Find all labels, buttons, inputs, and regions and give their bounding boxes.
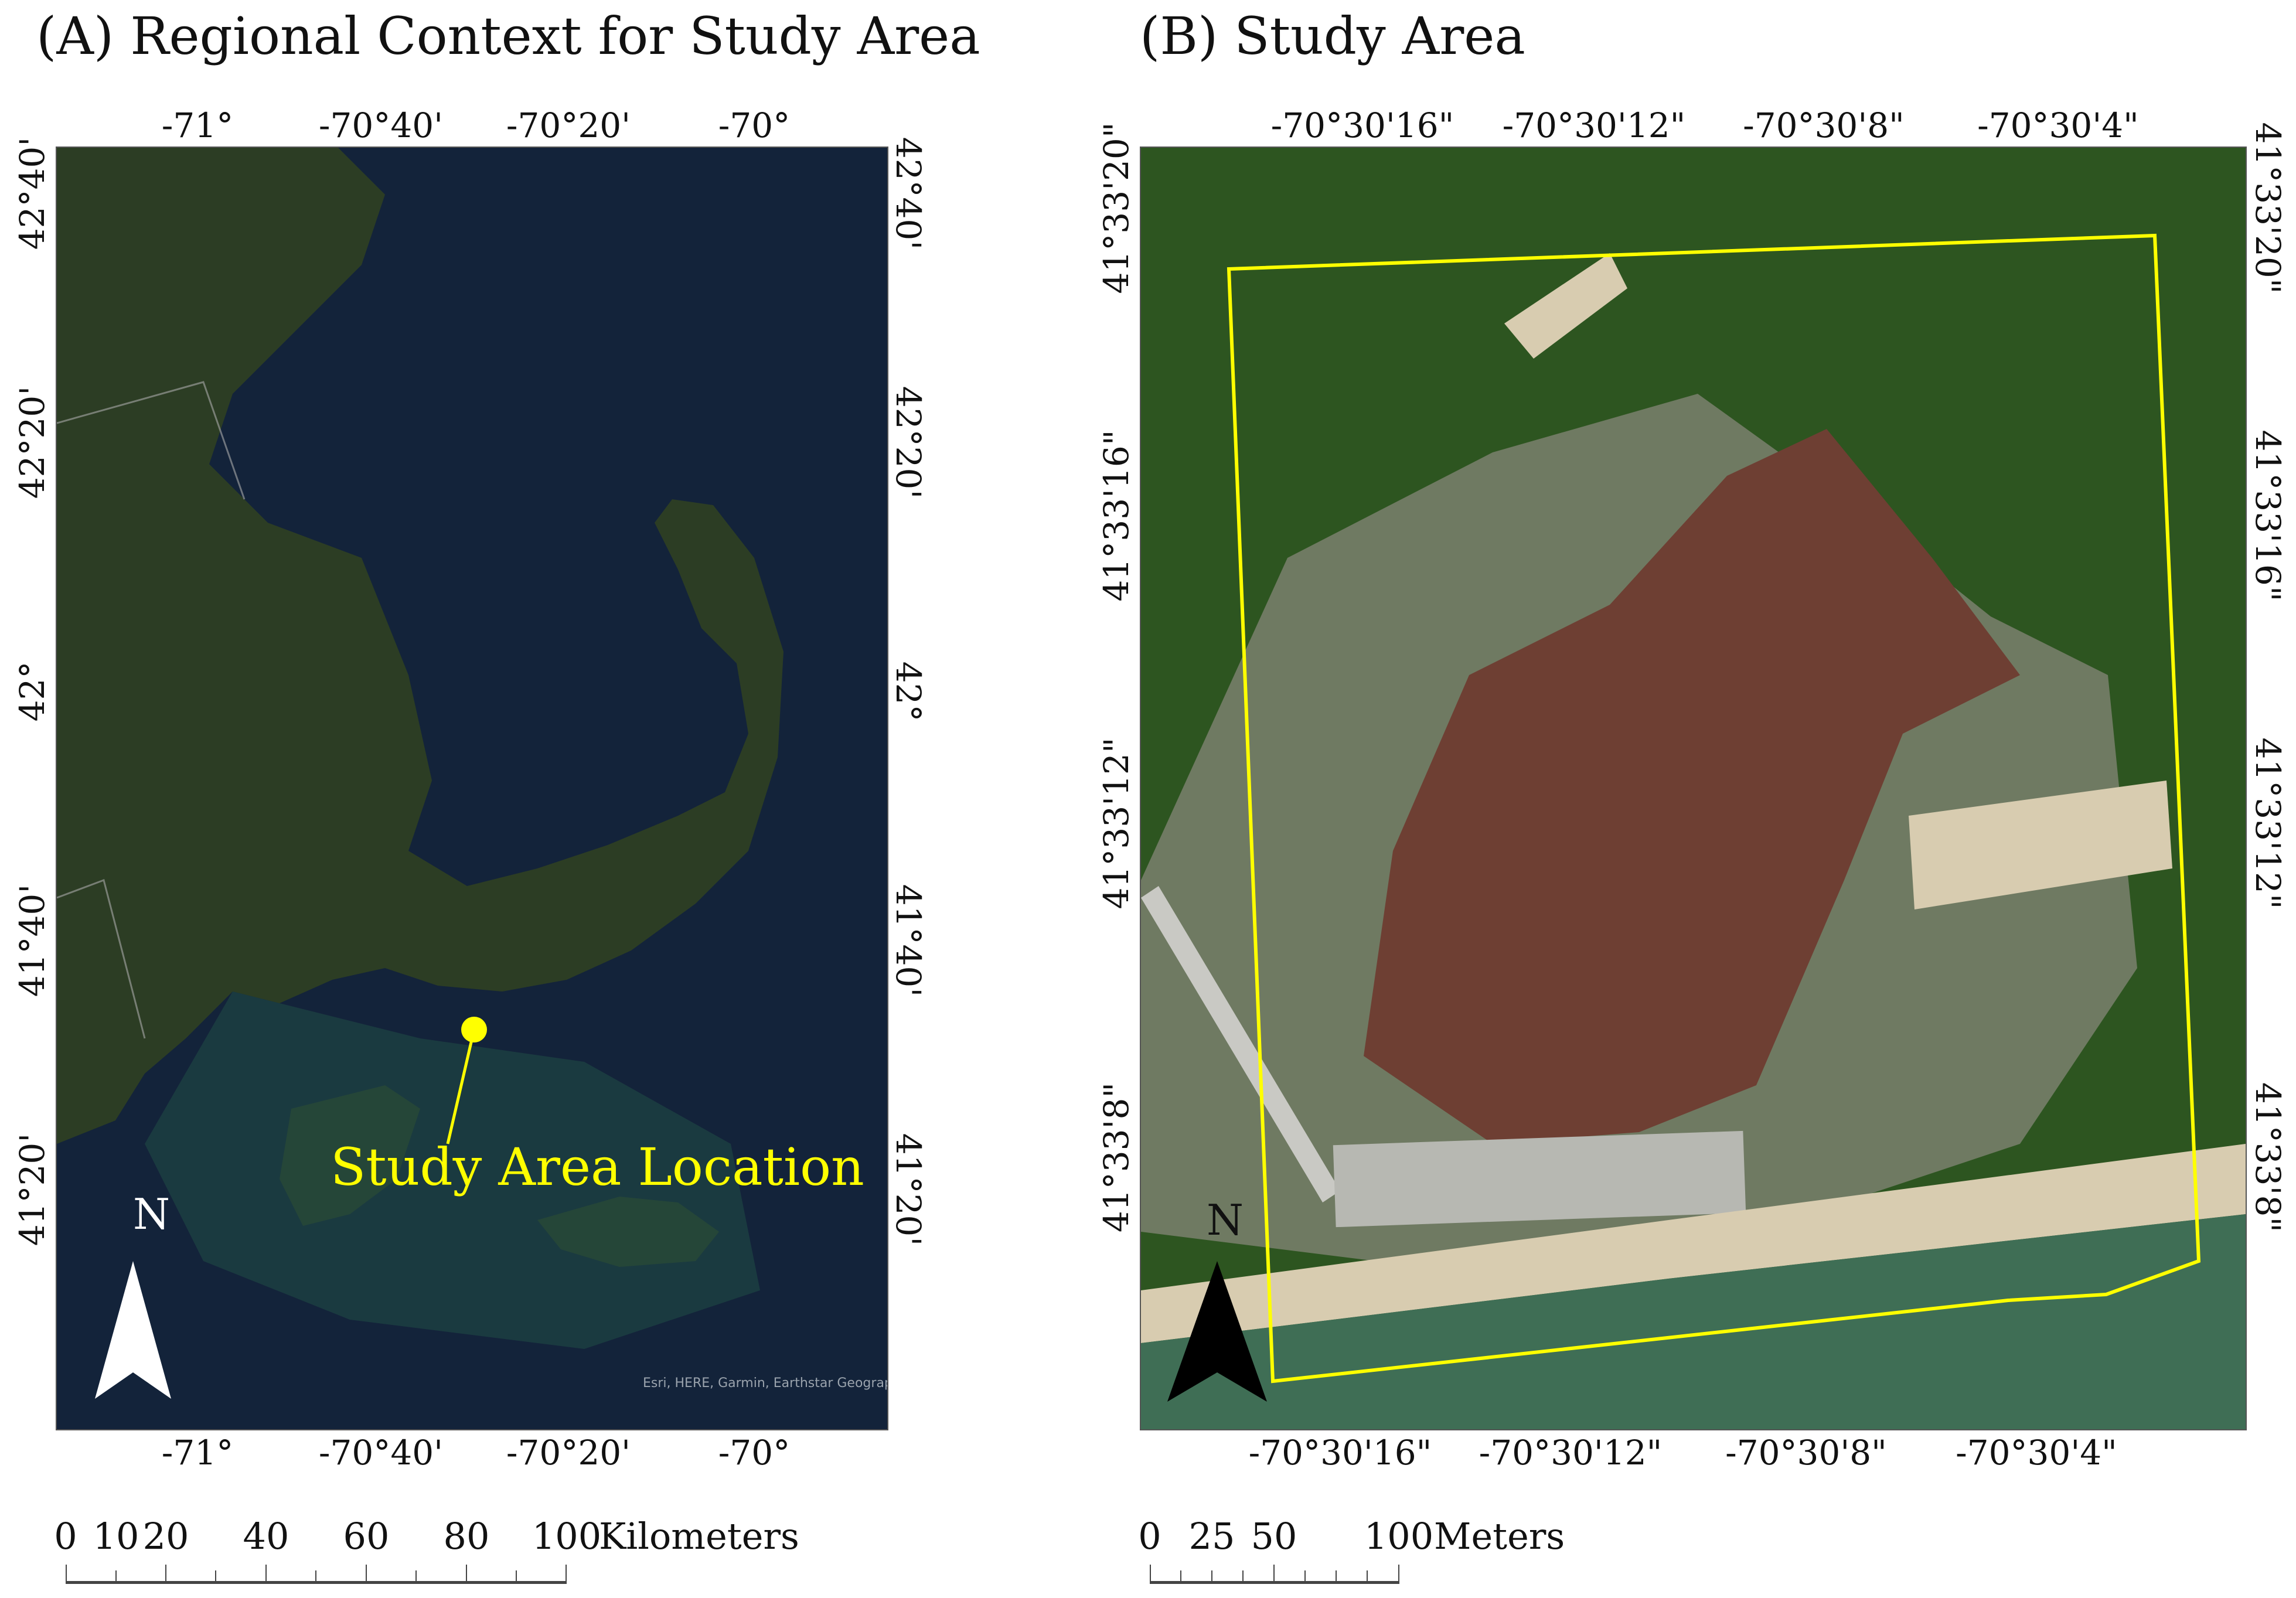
scale-label: 0 bbox=[54, 1515, 77, 1558]
panel-a-top-tick: -70° bbox=[718, 105, 791, 145]
panel-b-left-tick: 41°33'16" bbox=[1096, 430, 1136, 602]
north-label: N bbox=[133, 1190, 170, 1239]
panel-b-right-tick: 41°33'8" bbox=[2248, 1082, 2288, 1233]
scale-unit: Meters bbox=[1434, 1515, 1565, 1558]
study-area-point bbox=[461, 1017, 487, 1042]
mainland-land bbox=[57, 148, 783, 1144]
panel-a-right-tick: 42°20' bbox=[888, 386, 928, 499]
study-area-map[interactable]: N bbox=[1140, 146, 2247, 1430]
panel-a-right-tick: 42° bbox=[888, 661, 928, 722]
panel-a-left-tick: 42°20' bbox=[12, 386, 52, 499]
panel-a-bottom-tick: -70°40' bbox=[318, 1433, 444, 1473]
panel-b-top-tick: -70°30'12" bbox=[1502, 105, 1686, 145]
study-area-map-canvas: N bbox=[1141, 148, 2246, 1429]
panel-b-left-tick: 41°33'8" bbox=[1096, 1082, 1136, 1233]
panel-b-left-tick: 41°33'20" bbox=[1096, 122, 1136, 294]
regional-map[interactable]: Study Area Location Esri, HERE, Garmin, … bbox=[56, 146, 888, 1430]
panel-b-bottom-tick: -70°30'8" bbox=[1725, 1433, 1887, 1473]
panel-a-left-tick: 42° bbox=[12, 661, 52, 722]
panel-b-right-tick: 41°33'16" bbox=[2248, 430, 2288, 602]
north-label: N bbox=[1207, 1195, 1244, 1245]
panel-a-left-tick: 41°20' bbox=[12, 1133, 52, 1246]
panel-a-left-tick: 42°40' bbox=[12, 137, 52, 250]
scale-label: 80 bbox=[443, 1515, 490, 1558]
panel-b-top-tick: -70°30'4" bbox=[1977, 105, 2139, 145]
panel-b-bottom-tick: -70°30'16" bbox=[1248, 1433, 1432, 1473]
scale-label: 60 bbox=[343, 1515, 390, 1558]
panel-b-bottom-tick: -70°30'4" bbox=[1956, 1433, 2117, 1473]
scale-label: 40 bbox=[243, 1515, 289, 1558]
panel-b-bottom-tick: -70°30'12" bbox=[1479, 1433, 1663, 1473]
panel-b-scale-bar: 0 25 50 100 Meters bbox=[1138, 1515, 1565, 1585]
scale-label: 50 bbox=[1251, 1515, 1297, 1558]
panel-a-title: (A) Regional Context for Study Area bbox=[36, 6, 980, 66]
study-area-annotation: Study Area Location bbox=[331, 1137, 864, 1197]
map-attribution: Esri, HERE, Garmin, Earthstar Geographic… bbox=[643, 1376, 887, 1391]
panel-a-right-tick: 42°40' bbox=[888, 137, 928, 250]
scale-unit: Kilometers bbox=[599, 1515, 799, 1558]
scale-label: 100 bbox=[532, 1515, 602, 1558]
panel-b-left-tick: 41°33'12" bbox=[1096, 737, 1136, 909]
panel-b-top-tick: -70°30'16" bbox=[1270, 105, 1454, 145]
panel-a-bottom-tick: -70°20' bbox=[506, 1433, 631, 1473]
panel-b-right-tick: 41°33'12" bbox=[2248, 737, 2288, 909]
panel-a-top-tick: -71° bbox=[161, 105, 234, 145]
scale-bar-graphic bbox=[66, 1565, 567, 1584]
scale-label: 100 bbox=[1364, 1515, 1434, 1558]
scale-label: 20 bbox=[142, 1515, 189, 1558]
panel-a-scale-bar: 0 10 20 40 60 80 100 Kilometers bbox=[54, 1515, 799, 1585]
regional-map-canvas: Study Area Location Esri, HERE, Garmin, … bbox=[57, 148, 887, 1399]
panel-a-top-tick: -70°40' bbox=[318, 105, 444, 145]
scale-label: 10 bbox=[93, 1515, 139, 1558]
panel-a-bottom-tick: -71° bbox=[161, 1433, 234, 1473]
panel-a-bottom-tick: -70° bbox=[718, 1433, 791, 1473]
north-arrow-icon bbox=[95, 1261, 171, 1399]
panel-b-title: (B) Study Area bbox=[1140, 6, 1525, 66]
panel-a-left-tick: 41°40' bbox=[12, 884, 52, 997]
panel-a-right-tick: 41°40' bbox=[888, 884, 928, 997]
scale-bar-graphic bbox=[1150, 1565, 1399, 1584]
panel-b-right-tick: 41°33'20" bbox=[2248, 122, 2288, 294]
scale-label: 25 bbox=[1188, 1515, 1235, 1558]
parking-lot bbox=[1333, 1130, 1746, 1228]
panel-b-top-tick: -70°30'8" bbox=[1743, 105, 1905, 145]
scale-label: 0 bbox=[1138, 1515, 1161, 1558]
panel-a-right-tick: 41°20' bbox=[888, 1133, 928, 1246]
panel-a-top-tick: -70°20' bbox=[506, 105, 631, 145]
